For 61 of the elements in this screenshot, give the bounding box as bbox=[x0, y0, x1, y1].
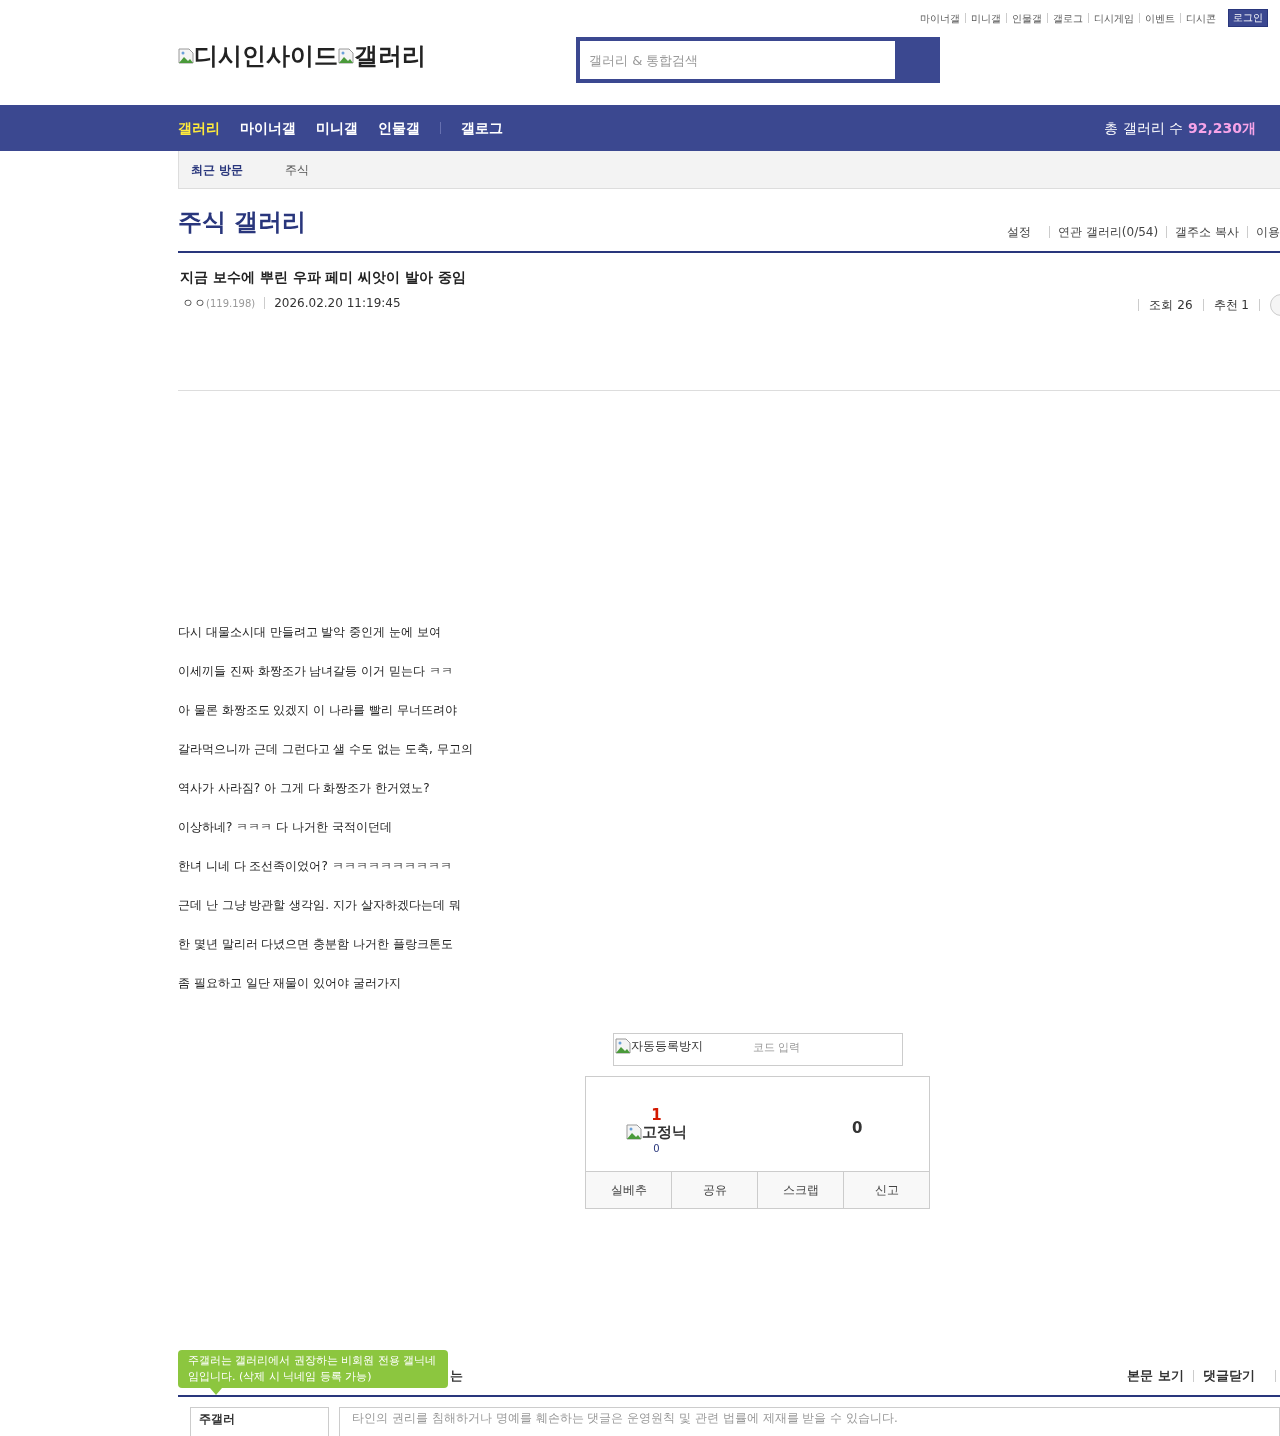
broken-image-icon bbox=[615, 1038, 631, 1054]
tooltip-pointer-icon bbox=[210, 1388, 222, 1395]
fixed-nick-alt: 고정닉 bbox=[642, 1123, 687, 1141]
gallery-action-link[interactable]: 갤주소 복사 bbox=[1175, 223, 1239, 241]
gallery-action-link[interactable]: 연관 갤러리(0/54) bbox=[1058, 223, 1159, 241]
comment-textarea[interactable]: 타인의 권리를 침해하거나 명예를 훼손하는 댓글은 운영원칙 및 관련 법률에 제재를 받을 수 있습니다. bbox=[339, 1407, 1280, 1436]
search-field[interactable]: 갤러리 & 통합검색 bbox=[580, 41, 895, 79]
post-paragraph: 한녀 니네 다 조선족이었어? ㅋㅋㅋㅋㅋㅋㅋㅋㅋㅋ bbox=[178, 858, 453, 875]
post-paragraph: 한 몇년 말리러 다녔으면 충분함 나거한 플랑크톤도 bbox=[178, 936, 454, 953]
post-action-button[interactable]: 공유 bbox=[671, 1172, 757, 1208]
gallery-count-label: 총 갤러리 수 bbox=[1104, 118, 1183, 138]
top-link[interactable]: 갤로그 bbox=[1053, 10, 1083, 26]
gallery-title[interactable]: 주식 갤러리 bbox=[178, 207, 307, 237]
post-date: 2026.02.20 11:19:45 bbox=[274, 295, 401, 312]
post-title: 지금 보수에 뿌린 우파 페미 씨앗이 발아 중임 bbox=[179, 268, 468, 287]
downvote-count: 0 bbox=[852, 1118, 863, 1139]
captcha-image-alt: 자동등록방지 bbox=[631, 1038, 703, 1055]
post-paragraph: 갈라먹으니까 근데 그런다고 샐 수도 없는 도축, 무고의 bbox=[178, 741, 474, 758]
fixed-nick-count: 0 bbox=[653, 1142, 660, 1156]
nav-tab[interactable]: 미니갤 bbox=[316, 117, 358, 139]
post-action-button[interactable]: 실베추 bbox=[586, 1172, 671, 1208]
comment-heading: 는 bbox=[450, 1367, 463, 1386]
gallery-action-link[interactable]: 이용 bbox=[1256, 223, 1280, 241]
post-author[interactable]: ㅇㅇ bbox=[182, 294, 206, 312]
recent-label: 최근 방문 bbox=[191, 161, 244, 179]
nav-tab[interactable]: 갤로그 bbox=[461, 117, 503, 139]
top-link[interactable]: 마이너갤 bbox=[920, 10, 960, 26]
recommend-count: 추천 1 bbox=[1213, 297, 1249, 314]
logo-alt-text[interactable]: 디시인사이드 bbox=[194, 38, 338, 74]
comment-link[interactable]: 본문 보기 bbox=[1127, 1366, 1184, 1386]
post-action-button[interactable]: 스크랩 bbox=[757, 1172, 843, 1208]
author-ip: (119.198) bbox=[206, 296, 256, 311]
gallery-count: 92,230개 bbox=[1187, 118, 1256, 138]
nav-tab[interactable]: 갤러리 bbox=[178, 117, 220, 139]
broken-image-icon bbox=[626, 1124, 642, 1140]
post-paragraph: 다시 대물소시대 만들려고 발악 중인게 눈에 보여 bbox=[178, 624, 442, 641]
recent-gallery-link[interactable]: 주식 bbox=[285, 160, 310, 179]
nav-tab[interactable]: 마이너갤 bbox=[240, 117, 296, 139]
broken-image-icon bbox=[338, 48, 354, 64]
post-action-button[interactable]: 신고 bbox=[843, 1172, 929, 1208]
logo-alt-text[interactable]: 갤러리 bbox=[354, 38, 426, 74]
nav-tab[interactable]: 인물갤 bbox=[378, 117, 420, 139]
upvote-count: 1 bbox=[651, 1107, 662, 1123]
post-paragraph: 이세끼들 진짜 화짱조가 남녀갈등 이거 믿는다 ㅋㅋ bbox=[178, 663, 454, 680]
top-link[interactable]: 이벤트 bbox=[1145, 10, 1175, 26]
top-link[interactable]: 디시콘 bbox=[1186, 10, 1216, 26]
post-paragraph: 좀 필요하고 일단 재물이 있어야 굴러가지 bbox=[178, 975, 403, 992]
top-link[interactable]: 미니갤 bbox=[971, 10, 1001, 26]
post-paragraph: 근데 난 그냥 방관할 생각임. 지가 살자하겠다는데 뭐 bbox=[178, 897, 462, 914]
post-paragraph: 역사가 사라짐? 아 그게 다 화짱조가 한거였노? bbox=[178, 780, 431, 797]
gallery-action-link[interactable]: 설정 bbox=[1007, 223, 1032, 241]
post-paragraph: 아 물론 화짱조도 있겠지 이 나라를 빨리 무너뜨려야 bbox=[178, 702, 458, 719]
login-button[interactable]: 로그인 bbox=[1228, 9, 1268, 27]
view-count: 조회 26 bbox=[1149, 297, 1193, 314]
broken-image-icon bbox=[178, 48, 194, 64]
post-paragraph: 이상하네? ㅋㅋㅋ 다 나거한 국적이던데 bbox=[178, 819, 393, 836]
captcha-input[interactable]: 코드 입력 bbox=[753, 1040, 863, 1057]
comment-link[interactable]: 댓글닫기 bbox=[1203, 1366, 1255, 1386]
top-link[interactable]: 디시게임 bbox=[1094, 10, 1134, 26]
top-link[interactable]: 인물갤 bbox=[1012, 10, 1042, 26]
nickname-field[interactable]: 주갤러 bbox=[190, 1407, 330, 1436]
